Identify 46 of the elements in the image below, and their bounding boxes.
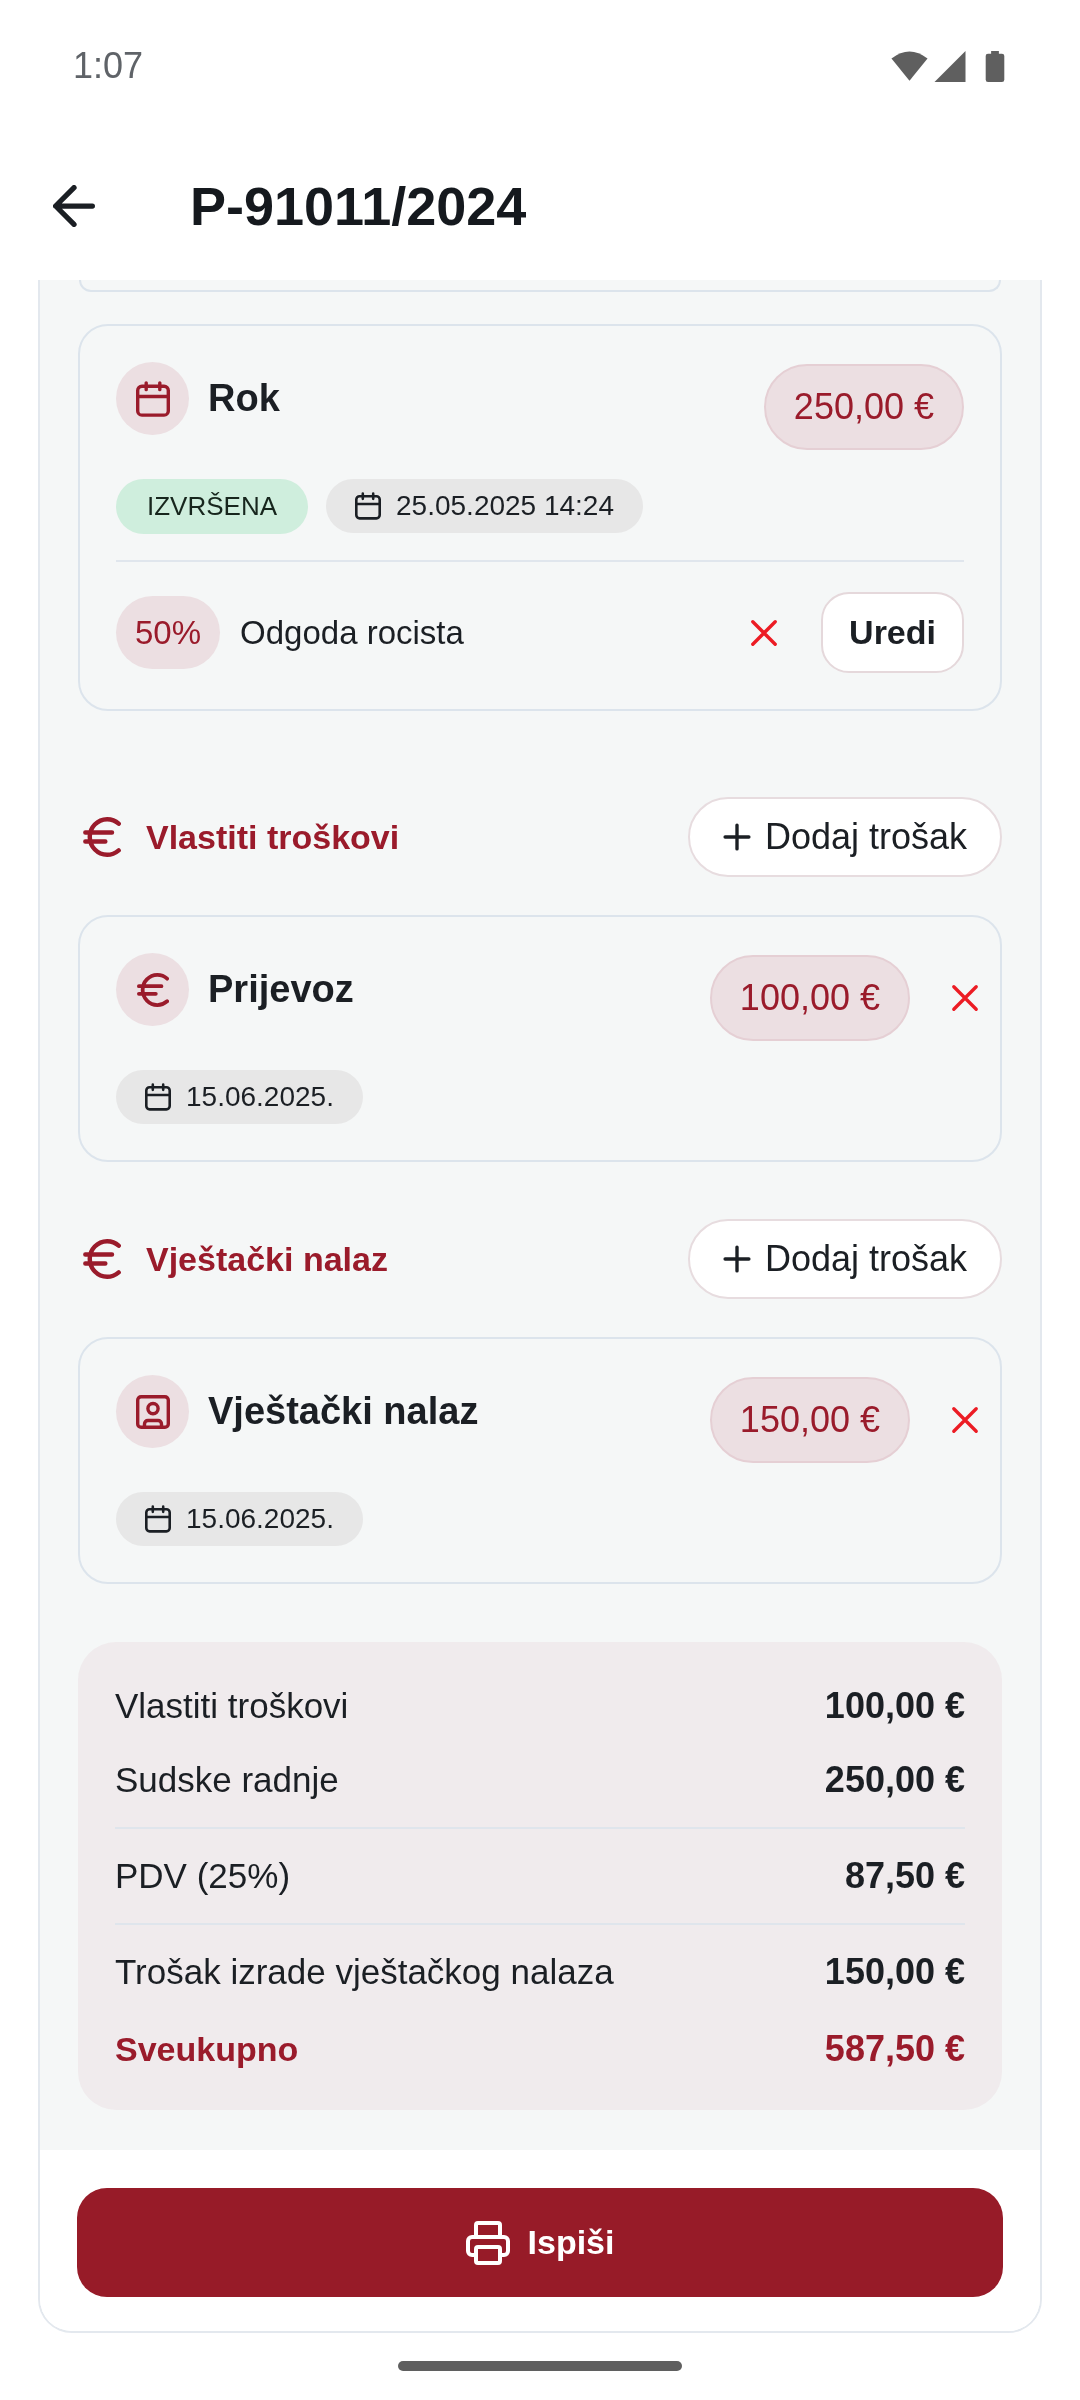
calendar-icon <box>145 1083 171 1111</box>
action-title: Rok <box>208 376 280 421</box>
calendar-icon <box>145 1505 171 1533</box>
total-value: 587,50 € <box>824 2027 965 2071</box>
summary-label: Vlastiti troškovi <box>115 1684 349 1727</box>
page-title: P-91011/2024 <box>190 174 527 238</box>
calendar-icon <box>355 492 382 520</box>
wifi-icon <box>891 51 928 81</box>
plus-icon <box>722 1245 751 1273</box>
expense-title: Prijevoz <box>208 967 354 1012</box>
total-label: Sveukupno <box>115 2028 299 2070</box>
edit-button[interactable]: Uredi <box>821 592 964 673</box>
close-icon <box>951 984 979 1012</box>
summary-label: Trošak izrade vještačkog nalaza <box>115 1950 614 1993</box>
summary-value: 150,00 € <box>824 1950 965 1994</box>
amount-badge: 150,00 € <box>709 1377 910 1463</box>
close-icon <box>951 1406 979 1434</box>
plus-icon <box>722 823 751 851</box>
add-expense-button[interactable]: Dodaj trošak <box>687 1219 1002 1299</box>
section-title: Vještački nalaz <box>146 1238 388 1280</box>
status-time: 1:07 <box>73 44 144 88</box>
arrow-left-icon <box>53 185 95 227</box>
summary-value: 250,00 € <box>824 1758 965 1802</box>
summary-label: PDV (25%) <box>115 1854 291 1897</box>
summary-value: 87,50 € <box>844 1854 965 1898</box>
euro-icon <box>83 1239 121 1279</box>
section-title: Vlastiti troškovi <box>146 816 400 858</box>
printer-icon <box>465 2220 510 2265</box>
amount-badge: 250,00 € <box>763 364 964 450</box>
battery-icon <box>985 50 1005 82</box>
modifier-label: Odgoda rocista <box>240 612 465 653</box>
close-icon <box>750 618 779 647</box>
summary-label: Sudske radnje <box>115 1758 339 1801</box>
euro-icon <box>83 817 121 857</box>
print-button[interactable]: Ispiši <box>77 2188 1003 2297</box>
date-text: 25.05.2025 14:24 <box>396 489 614 523</box>
back-button[interactable] <box>50 182 98 230</box>
date-text: 15.06.2025. <box>186 1080 334 1114</box>
summary-value: 100,00 € <box>824 1684 965 1728</box>
amount-badge: 100,00 € <box>709 955 910 1041</box>
signal-icon <box>934 50 966 82</box>
percent-badge: 50% <box>116 596 221 669</box>
date-text: 15.06.2025. <box>186 1502 334 1536</box>
expense-title: Vještački nalaz <box>208 1389 479 1434</box>
status-badge: IZVRŠENA <box>116 479 309 534</box>
add-expense-button[interactable]: Dodaj trošak <box>687 797 1002 877</box>
